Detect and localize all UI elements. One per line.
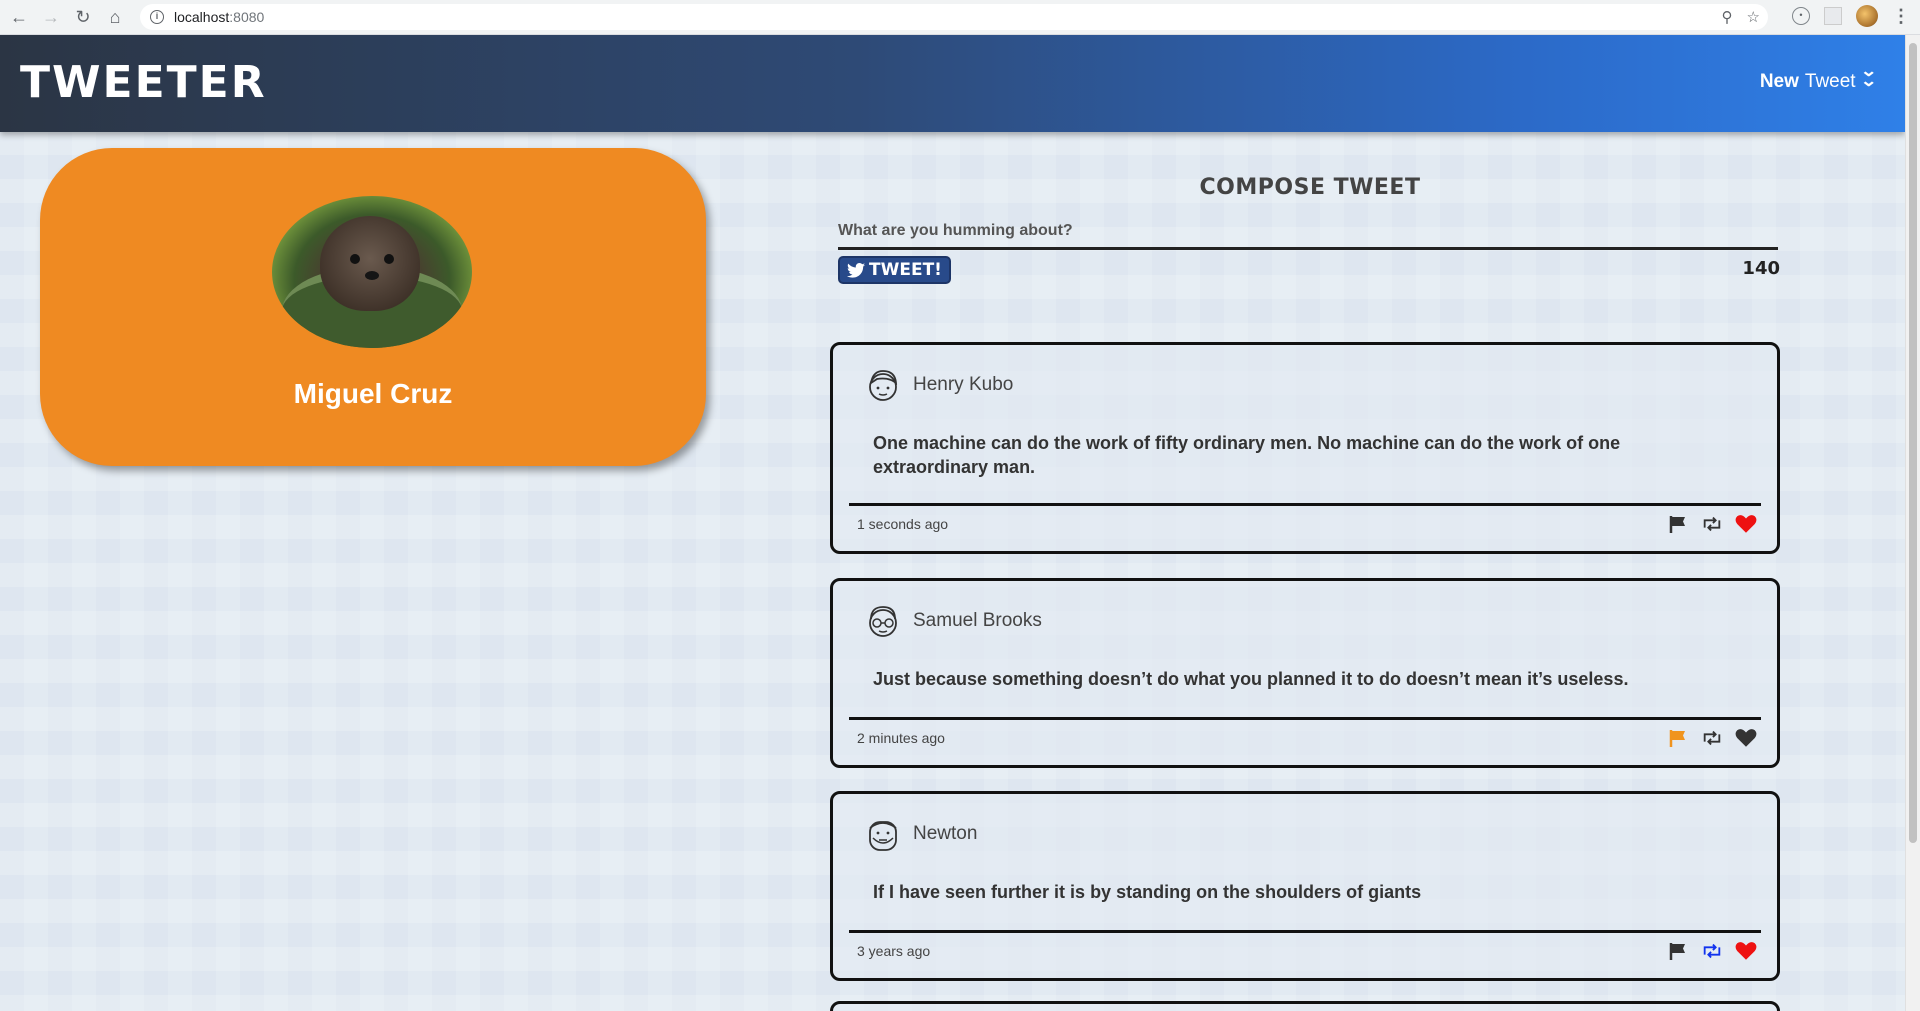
new-tweet-label: Tweet [1804, 71, 1856, 92]
avatar [272, 196, 472, 348]
tweet-card: Newton If I have seen further it is by s… [830, 791, 1780, 981]
address-bar[interactable]: i localhost:8080 ⚲ ☆ [140, 4, 1768, 30]
user-face-beard-icon [869, 821, 897, 851]
page-viewport: TWEETER New Tweet ⌄ ⌄ Miguel Cruz COMPOSE… [0, 35, 1905, 1011]
tweet-author: Samuel Brooks [913, 610, 1042, 631]
scrollbar[interactable] [1905, 35, 1920, 1011]
profile-card: Miguel Cruz [40, 148, 706, 466]
home-icon[interactable]: ⌂ [102, 4, 128, 30]
bookmark-star-icon[interactable]: ☆ [1747, 8, 1760, 26]
tweet-timestamp: 2 minutes ago [857, 730, 945, 746]
scrollbar-thumb[interactable] [1909, 43, 1917, 843]
retweet-icon[interactable] [1701, 728, 1723, 748]
browser-menu-icon[interactable]: ⋮ [1892, 7, 1910, 25]
tweet-button[interactable]: TWEET! [838, 256, 951, 284]
char-counter: 140 [1742, 258, 1780, 279]
url-text[interactable]: localhost:8080 [174, 9, 264, 25]
tweet-text: If I have seen further it is by standing… [873, 882, 1422, 902]
heart-icon[interactable] [1735, 728, 1757, 748]
extension-2-icon[interactable] [1824, 7, 1842, 25]
browser-toolbar: ← → ↻ ⌂ i localhost:8080 ⚲ ☆ • ⋮ [0, 0, 1920, 35]
url-host: localhost [174, 9, 230, 25]
site-info-icon[interactable]: i [150, 10, 164, 24]
double-chevron-down-icon: ⌄ ⌄ [1859, 63, 1878, 90]
app-header: TWEETER New Tweet ⌄ ⌄ [0, 35, 1905, 132]
tweet-timestamp: 3 years ago [857, 943, 931, 959]
extension-icon[interactable]: • [1792, 7, 1810, 25]
tweet-button-label: TWEET! [869, 260, 942, 280]
heart-icon[interactable] [1735, 941, 1757, 961]
compose-title: COMPOSE TWEET [1199, 175, 1421, 200]
tweet-card [830, 1001, 1780, 1011]
zoom-icon[interactable]: ⚲ [1722, 8, 1733, 26]
retweet-icon[interactable] [1701, 514, 1723, 534]
back-icon[interactable]: ← [6, 4, 32, 30]
user-face-glasses-icon [869, 606, 897, 637]
tweet-card: Samuel Brooks Just because something doe… [830, 578, 1780, 768]
app-logo: TWEETER [20, 57, 267, 108]
reload-icon[interactable]: ↻ [70, 4, 96, 30]
compose-textarea[interactable] [838, 220, 1778, 250]
new-tweet-bold-label: New [1759, 71, 1799, 92]
tweet-author: Newton [913, 823, 978, 844]
tweet-author: Henry Kubo [913, 374, 1014, 395]
flag-icon[interactable] [1667, 941, 1689, 961]
user-face-icon [869, 370, 898, 401]
tweet-card: Henry Kubo One machine can do the work o… [830, 342, 1780, 554]
tweet-text: Just because something doesn’t do what y… [873, 669, 1629, 689]
flag-icon[interactable] [1667, 514, 1689, 534]
retweet-icon[interactable] [1701, 941, 1723, 961]
profile-name: Miguel Cruz [293, 378, 453, 409]
tweet-timestamp: 1 seconds ago [857, 516, 949, 532]
new-tweet-toggle[interactable]: New Tweet ⌄ ⌄ [1759, 64, 1877, 93]
bird-icon [847, 262, 865, 278]
compose-section: COMPOSE TWEET TWEET! 140 [830, 135, 1780, 296]
tweet-text: One machine can do the work of fifty ord… [873, 433, 1621, 477]
url-port: :8080 [229, 9, 265, 25]
profile-avatar-icon[interactable] [1856, 5, 1878, 27]
forward-icon[interactable]: → [38, 4, 64, 30]
flag-icon[interactable] [1667, 728, 1689, 748]
heart-icon[interactable] [1735, 514, 1757, 534]
